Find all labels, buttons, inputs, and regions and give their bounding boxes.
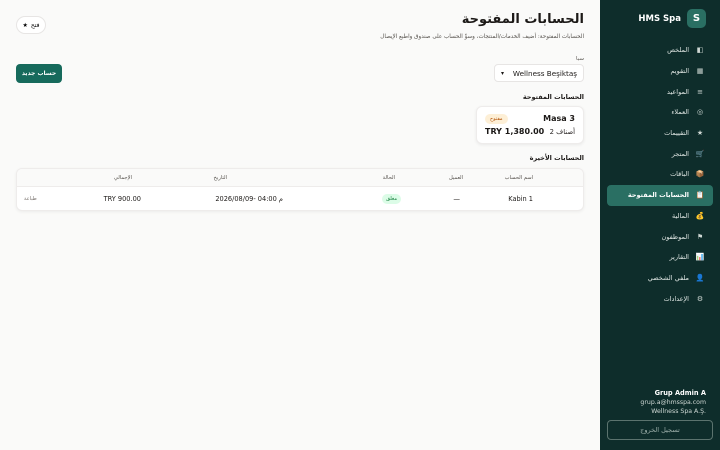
- column-header: التاريخ: [213, 175, 227, 181]
- star-icon: ★: [22, 21, 28, 29]
- column-header: العميل: [448, 175, 463, 181]
- sidebar-item-store[interactable]: المتجر 🛒: [607, 143, 713, 164]
- sidebar-item-label: الملخص: [667, 46, 689, 55]
- sidebar-item-open-accounts[interactable]: الحسابات المفتوحة 📋: [607, 184, 713, 206]
- column-header: اسم الحساب: [504, 175, 533, 181]
- sidebar-item-label: التقارير: [669, 253, 689, 262]
- sidebar-item-label: ملفي الشخصي: [647, 273, 689, 282]
- cell-account: Kabin 1: [508, 195, 533, 203]
- sidebar-item-label: العملاء: [671, 108, 689, 117]
- brand-name: HMS Spa: [638, 13, 681, 24]
- user-name: Grup Admin A: [654, 389, 706, 397]
- cell-date: 2026/08/09- 04:00 م: [215, 195, 283, 203]
- sidebar-item-label: التقييمات: [664, 129, 689, 138]
- clipboard-icon: 📋: [695, 191, 705, 200]
- sidebar-item-dashboard[interactable]: الملخص ◧: [607, 40, 713, 61]
- cell-total: TRY 900.00: [103, 195, 141, 203]
- column-header: الحالة: [382, 175, 395, 181]
- branch-select[interactable]: ▾ Wellness Beşiktaş: [494, 64, 584, 82]
- sidebar-item-reviews[interactable]: التقييمات ★: [607, 123, 713, 144]
- package-icon: 📦: [695, 170, 705, 179]
- customers-icon: ◎: [696, 108, 704, 117]
- brand: S HMS Spa: [638, 9, 706, 28]
- sidebar-item-staff[interactable]: الموظفون ⚑: [607, 226, 713, 247]
- star-icon: ★: [696, 129, 704, 138]
- dashboard-icon: ◧: [696, 46, 704, 55]
- gear-icon: ⚙: [696, 294, 704, 303]
- logout-button[interactable]: تسجيل الخروج: [607, 420, 713, 440]
- money-bag-icon: 💰: [695, 211, 705, 220]
- sidebar-item-calendar[interactable]: التقويم ▦: [607, 61, 713, 82]
- sidebar-item-label: الحسابات المفتوحة: [627, 191, 689, 200]
- chart-icon: 📊: [695, 253, 705, 262]
- user-icon: 👤: [695, 273, 705, 282]
- print-button[interactable]: طباعة: [24, 196, 37, 202]
- cell-customer: —: [453, 195, 460, 203]
- flag-icon: ⚑: [696, 232, 704, 241]
- user-info: Grup Admin A grup.a@hmsspa.com Wellness …: [640, 389, 706, 415]
- recent-accounts-table: اسم الحساب العميل الحالة التاريخ الإجمال…: [16, 168, 584, 211]
- page-subtitle: الحسابات المفتوحة: أضيف الخدمات/المنتجات…: [380, 34, 584, 40]
- user-email: grup.a@hmsspa.com: [640, 399, 706, 406]
- chevron-down-icon: ▾: [501, 69, 505, 77]
- page-title: الحسابات المفتوحة: [461, 12, 584, 27]
- branch-label: سبا: [576, 56, 584, 62]
- open-accounts-heading: الحسابات المفتوحة: [522, 93, 584, 101]
- sidebar-item-appointments[interactable]: المواعيد ≡: [607, 81, 713, 102]
- sidebar-nav: الملخص ◧ التقويم ▦ المواعيد ≡ العملاء ◎ التقييما…: [607, 40, 713, 309]
- sidebar-item-label: الإعدادات: [663, 294, 689, 303]
- calendar-icon: ▦: [696, 67, 704, 76]
- sidebar-item-label: الباقات: [670, 170, 689, 179]
- account-total: TRY 1,380.00: [485, 127, 545, 136]
- column-header: الإجمالي: [113, 175, 132, 181]
- sidebar-item-label: المتجر: [671, 149, 689, 158]
- status-badge: مفتوح: [485, 114, 508, 124]
- sidebar-item-label: التقويم: [670, 67, 689, 76]
- brand-logo: S: [687, 9, 706, 28]
- sidebar-item-label: المالية: [672, 211, 689, 220]
- list-icon: ≡: [697, 87, 703, 96]
- cart-icon: 🛒: [695, 149, 705, 158]
- account-name: Masa 3: [543, 114, 575, 123]
- sidebar-item-reports[interactable]: التقارير 📊: [607, 247, 713, 268]
- sidebar-item-packages[interactable]: الباقات 📦: [607, 164, 713, 185]
- branch-value: Wellness Beşiktaş: [512, 68, 577, 78]
- item-count: 2 أصناف: [549, 128, 575, 136]
- main-content: الحسابات المفتوحة الحسابات المفتوحة: أضي…: [0, 0, 600, 450]
- sidebar-item-finance[interactable]: المالية 💰: [607, 206, 713, 227]
- recent-accounts-heading: الحسابات الأخيرة: [529, 154, 584, 162]
- help-button[interactable]: ★ فتح: [16, 16, 46, 34]
- sidebar-item-label: المواعيد: [667, 87, 689, 96]
- sidebar: S HMS Spa الملخص ◧ التقويم ▦ المواعيد ≡ العملا…: [600, 0, 720, 450]
- table-header: اسم الحساب العميل الحالة التاريخ الإجمال…: [17, 169, 583, 187]
- sidebar-item-settings[interactable]: الإعدادات ⚙: [607, 288, 713, 309]
- sidebar-item-label: الموظفون: [661, 232, 690, 241]
- open-account-card[interactable]: Masa 3 مفتوح 2 أصناف TRY 1,380.00: [476, 106, 584, 144]
- status-badge: مغلق: [382, 194, 401, 204]
- user-company: Wellness Spa A.Ş.: [651, 408, 706, 415]
- help-label: فتح: [30, 21, 40, 29]
- new-account-button[interactable]: حساب جديد: [16, 64, 62, 83]
- sidebar-item-profile[interactable]: ملفي الشخصي 👤: [607, 268, 713, 289]
- sidebar-item-customers[interactable]: العملاء ◎: [607, 102, 713, 123]
